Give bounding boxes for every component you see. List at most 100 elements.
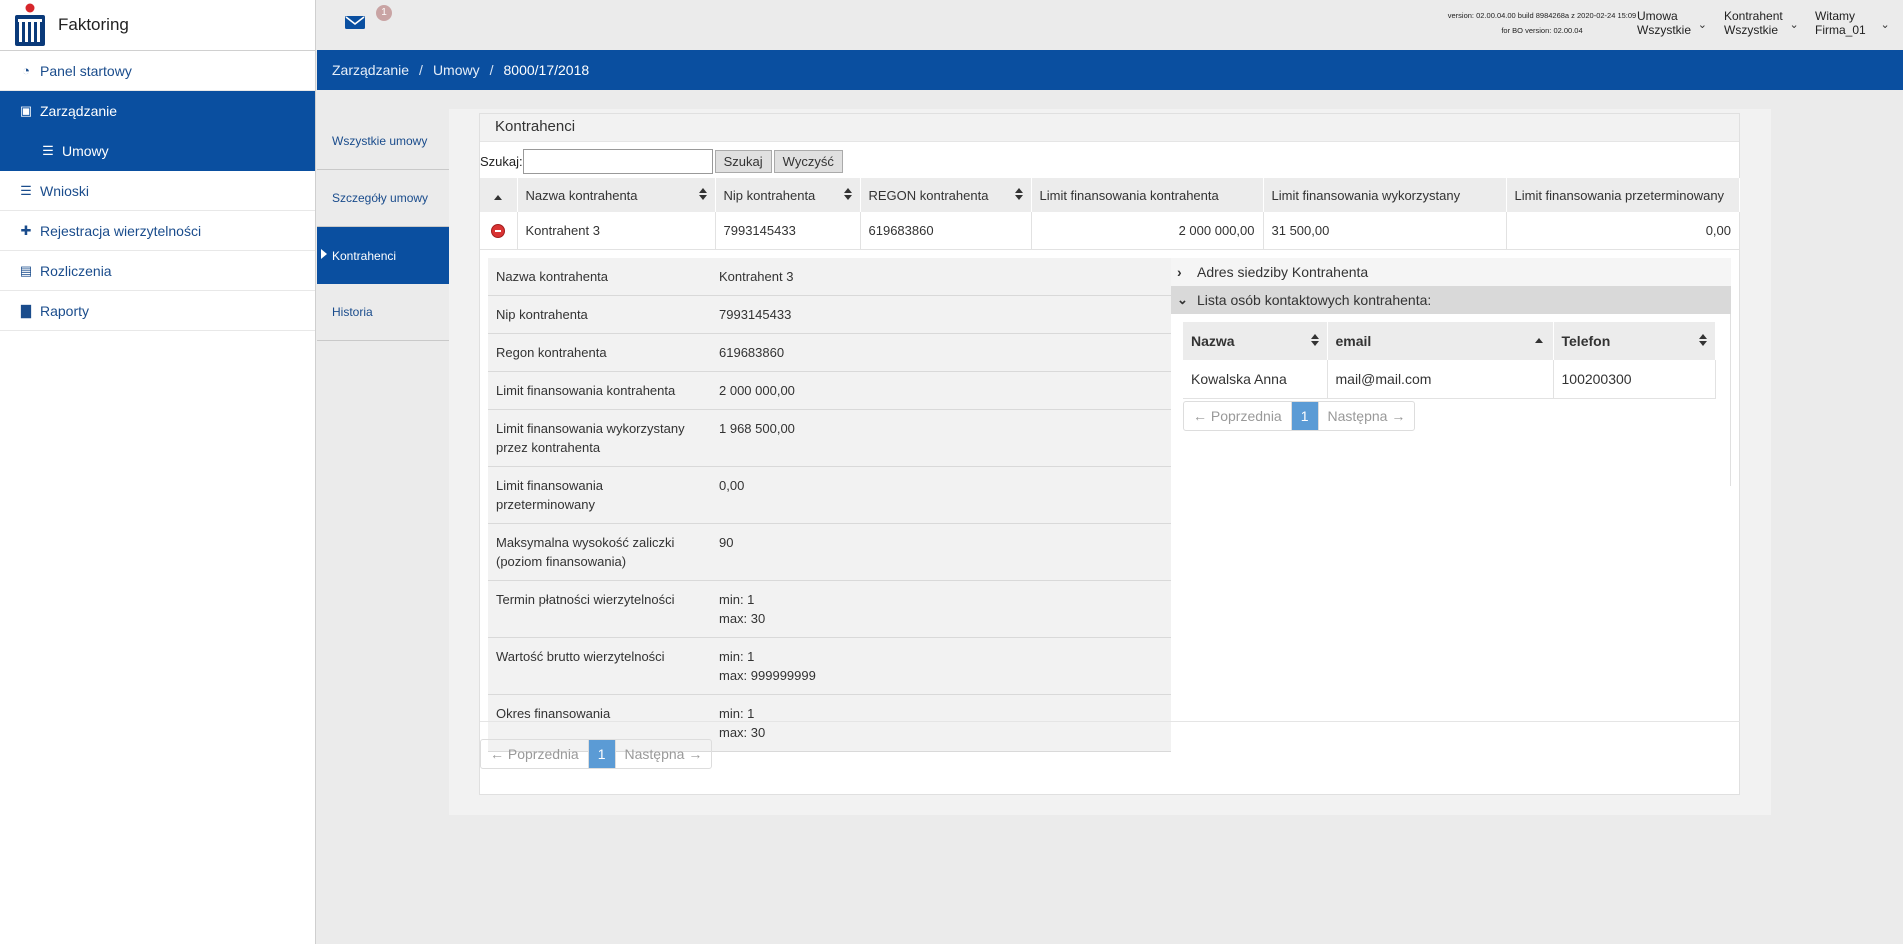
column-header-nip[interactable]: Nip kontrahenta bbox=[715, 178, 861, 212]
table-cell: Kontrahent 3 bbox=[517, 212, 716, 250]
detail-label: Limit finansowania kontrahenta bbox=[488, 371, 711, 410]
sidebar-item-3[interactable]: ☰ Wnioski bbox=[0, 171, 315, 211]
breadcrumb: Zarządzanie / Umowy / 8000/17/2018 bbox=[317, 50, 1903, 90]
detail-row: Limit finansowania przeterminowany 0,00 bbox=[488, 466, 1171, 524]
divider bbox=[480, 721, 1740, 722]
sidebar-item-1[interactable]: ▣ Zarządzanie bbox=[0, 91, 315, 131]
detail-value-line: 2 000 000,00 bbox=[719, 383, 795, 398]
page-1-button[interactable]: 1 bbox=[1291, 401, 1319, 430]
sidebar-item-5[interactable]: ▤ Rozliczenia bbox=[0, 251, 315, 291]
sort-icon bbox=[698, 188, 707, 202]
detail-value-line: max: 30 bbox=[719, 725, 766, 740]
sort-up-icon bbox=[494, 194, 503, 200]
detail-value: 1 968 500,00 bbox=[711, 409, 1171, 467]
mail-count-badge: 1 bbox=[376, 5, 392, 21]
table-cell: mail@mail.com bbox=[1327, 360, 1554, 399]
sidebar-item-6[interactable]: ▇ Raporty bbox=[0, 291, 315, 331]
dashboard-icon: ◔ bbox=[22, 63, 30, 78]
column-header-name[interactable]: Nazwa kontrahenta bbox=[517, 178, 716, 212]
prev-page-button[interactable]: ← Poprzednia bbox=[481, 740, 589, 768]
logo[interactable]: Faktoring bbox=[0, 0, 315, 51]
pko-logo-icon bbox=[14, 3, 46, 47]
detail-value-line: max: 999999999 bbox=[719, 668, 816, 683]
table-cell: 619683860 bbox=[860, 212, 1032, 250]
search-row: Szukaj: Szukaj Wyczyść bbox=[480, 147, 845, 175]
page-1-button[interactable]: 1 bbox=[588, 740, 616, 768]
chevron-down-icon: ⌄ bbox=[1697, 19, 1707, 31]
detail-value-line: 0,00 bbox=[719, 478, 745, 493]
chevron-down-icon: ⌄ bbox=[1789, 19, 1799, 31]
address-accordion-title: Adres siedziby Kontrahenta bbox=[1197, 264, 1369, 280]
subnav-item-counterparties[interactable]: Kontrahenci bbox=[317, 227, 449, 284]
search-input[interactable] bbox=[522, 148, 713, 174]
column-header-label: email bbox=[1335, 333, 1372, 349]
breadcrumb-current: 8000/17/2018 bbox=[503, 62, 590, 78]
detail-value: min: 1 max: 999999999 bbox=[711, 637, 1171, 695]
contract-dropdown[interactable]: Umowa Wszystkie ⌄ bbox=[1637, 9, 1707, 37]
sidebar-item-label: Umowy bbox=[62, 143, 109, 159]
user-dropdown[interactable]: Witamy Firma_01 ⌄ bbox=[1815, 9, 1890, 37]
sort-icon bbox=[1699, 334, 1707, 348]
collapse-minus-icon[interactable] bbox=[491, 224, 506, 239]
user-dropdown-value: Firma_01 bbox=[1815, 23, 1866, 37]
contacts-accordion-header[interactable]: ⌄ Lista osób kontaktowych kontrahenta: bbox=[1171, 286, 1731, 314]
next-page-button[interactable]: Następna → bbox=[616, 740, 712, 768]
detail-label: Maksymalna wysokość zaliczki (poziom fin… bbox=[488, 523, 711, 581]
detail-value-line: 619683860 bbox=[719, 345, 785, 360]
breadcrumb-item[interactable]: Zarządzanie bbox=[332, 62, 409, 78]
sidebar-item-2[interactable]: ☰ Umowy bbox=[0, 131, 315, 171]
sidebar-item-label: Wnioski bbox=[40, 182, 90, 199]
card-title: Kontrahenci bbox=[480, 114, 1739, 142]
search-label: Szukaj: bbox=[480, 153, 523, 169]
detail-row: Limit finansowania kontrahenta 2 000 000,… bbox=[488, 371, 1171, 410]
detail-value-line: Kontrahent 3 bbox=[719, 269, 794, 284]
table-row[interactable]: Kowalska Anna mail@mail.com 100200300 bbox=[1183, 360, 1716, 399]
table-header-row: Nazwa kontrahenta Nip kontrahenta REGON … bbox=[480, 178, 1740, 212]
sidebar-item-4[interactable]: ✚ Rejestracja wierzytelności bbox=[0, 211, 315, 251]
counterparty-dropdown[interactable]: Kontrahent Wszystkie ⌄ bbox=[1724, 9, 1799, 37]
sort-column-header[interactable] bbox=[480, 178, 518, 212]
contract-subnav: Wszystkie umowy Szczegóły umowy Kontrahe… bbox=[317, 113, 449, 341]
contacts-accordion-title: Lista osób kontaktowych kontrahenta: bbox=[1197, 292, 1432, 308]
mail-icon[interactable] bbox=[345, 14, 365, 30]
column-header-limit-overdue[interactable]: Limit finansowania przeterminowany bbox=[1506, 178, 1740, 212]
counterparty-dropdown-label: Kontrahent bbox=[1724, 9, 1783, 23]
breadcrumb-separator: / bbox=[489, 62, 494, 78]
version-line: for BO version: 02.00.04 bbox=[1501, 26, 1583, 35]
counterparties-pagination: ← Poprzednia 1 Następna → bbox=[480, 739, 713, 769]
sidebar-item-0[interactable]: ◔ Panel startowy bbox=[0, 51, 315, 91]
subnav-item-history[interactable]: Historia bbox=[317, 284, 449, 341]
search-button[interactable]: Szukaj bbox=[714, 149, 772, 173]
breadcrumb-item[interactable]: Umowy bbox=[433, 62, 480, 78]
detail-value: 7993145433 bbox=[711, 295, 1171, 334]
detail-value-line: min: 1 bbox=[719, 592, 755, 607]
column-header-regon[interactable]: REGON kontrahenta bbox=[860, 178, 1032, 212]
detail-label: Limit finansowania wykorzystany przez ko… bbox=[488, 409, 711, 467]
briefcase-icon: ▣ bbox=[19, 103, 33, 118]
sidebar-item-label: Rejestracja wierzytelności bbox=[40, 222, 202, 239]
contract-dropdown-label: Umowa bbox=[1637, 9, 1678, 23]
detail-label: Regon kontrahenta bbox=[488, 333, 711, 372]
detail-value: 0,00 bbox=[711, 466, 1171, 524]
table-row[interactable]: Kontrahent 3 7993145433 619683860 2 000 … bbox=[480, 212, 1740, 250]
subnav-item-all-contracts[interactable]: Wszystkie umowy bbox=[317, 113, 449, 170]
document-icon: ☰ bbox=[20, 182, 32, 198]
collapse-row-cell[interactable] bbox=[480, 212, 518, 250]
next-page-button[interactable]: Następna → bbox=[1319, 402, 1415, 430]
column-header-email[interactable]: email bbox=[1327, 322, 1554, 360]
column-header-label: Telefon bbox=[1561, 333, 1611, 349]
column-header-label: Limit finansowania kontrahenta bbox=[1039, 187, 1219, 203]
column-header-phone[interactable]: Telefon bbox=[1553, 322, 1716, 360]
prev-page-button[interactable]: ← Poprzednia bbox=[1184, 401, 1292, 430]
plus-icon: ✚ bbox=[20, 222, 32, 238]
table-cell: 100200300 bbox=[1553, 360, 1716, 399]
topbar: 1 version: 02.00.04.00 build 8984268a z … bbox=[317, 0, 1903, 50]
sort-up-icon bbox=[1534, 338, 1543, 343]
contract-dropdown-value: Wszystkie bbox=[1637, 23, 1691, 37]
column-header-limit[interactable]: Limit finansowania kontrahenta bbox=[1031, 178, 1264, 212]
subnav-item-contract-details[interactable]: Szczegóły umowy bbox=[317, 170, 449, 227]
column-header-limit-used[interactable]: Limit finansowania wykorzystany bbox=[1263, 178, 1507, 212]
address-accordion-header[interactable]: › Adres siedziby Kontrahenta bbox=[1171, 258, 1731, 286]
clear-button[interactable]: Wyczyść bbox=[773, 149, 843, 173]
column-header-contact-name[interactable]: Nazwa bbox=[1183, 322, 1328, 360]
